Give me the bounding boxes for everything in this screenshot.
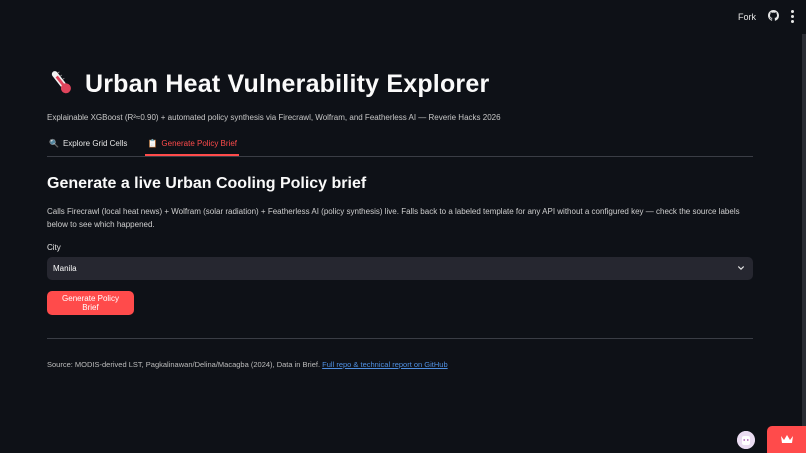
tab-label: Generate Policy Brief bbox=[161, 139, 237, 148]
generate-policy-brief-button[interactable]: Generate Policy Brief bbox=[47, 291, 134, 315]
footer: Source: MODIS-derived LST, Pagkalinawan/… bbox=[47, 360, 448, 369]
page-subtitle: Explainable XGBoost (R²≈0.90) + automate… bbox=[47, 113, 501, 122]
kebab-menu-icon[interactable] bbox=[791, 10, 794, 23]
main-content: Urban Heat Vulnerability Explorer Explai… bbox=[47, 66, 753, 315]
chevron-down-icon bbox=[737, 264, 745, 274]
tab-label: Explore Grid Cells bbox=[62, 139, 128, 148]
city-select[interactable]: Manila bbox=[47, 257, 753, 280]
section-description: Calls Firecrawl (local heat news) + Wolf… bbox=[47, 207, 740, 229]
thermometer-icon bbox=[47, 67, 75, 102]
tab-bar: 🔍 Explore Grid Cells 📋 Generate Policy B… bbox=[47, 134, 753, 157]
page-title: Urban Heat Vulnerability Explorer bbox=[85, 69, 490, 98]
fork-button[interactable]: Fork bbox=[738, 12, 756, 22]
title-row: Urban Heat Vulnerability Explorer bbox=[47, 66, 753, 102]
avatar[interactable] bbox=[737, 431, 755, 449]
magnifier-icon: 🔍 bbox=[49, 139, 59, 148]
crown-icon bbox=[780, 431, 794, 449]
city-select-value: Manila bbox=[53, 264, 77, 273]
scrollbar[interactable] bbox=[802, 34, 806, 430]
divider bbox=[47, 338, 753, 339]
header-actions: Fork bbox=[738, 10, 794, 23]
tab-explore-grid-cells[interactable]: 🔍 Explore Grid Cells bbox=[47, 134, 129, 153]
clipboard-icon: 📋 bbox=[147, 139, 158, 148]
streamlit-crown-button[interactable] bbox=[767, 426, 806, 453]
footer-source-text: Source: MODIS-derived LST, Pagkalinawan/… bbox=[47, 360, 321, 369]
city-label: City bbox=[47, 243, 61, 252]
tab-generate-policy-brief[interactable]: 📋 Generate Policy Brief bbox=[145, 134, 239, 156]
github-report-link[interactable]: Full repo & technical report on GitHub bbox=[322, 360, 447, 369]
github-icon[interactable] bbox=[768, 10, 779, 23]
app-root: Fork Urban Heat Vulnerability Explorer E… bbox=[0, 0, 806, 453]
section-heading: Generate a live Urban Cooling Policy bri… bbox=[47, 175, 367, 192]
